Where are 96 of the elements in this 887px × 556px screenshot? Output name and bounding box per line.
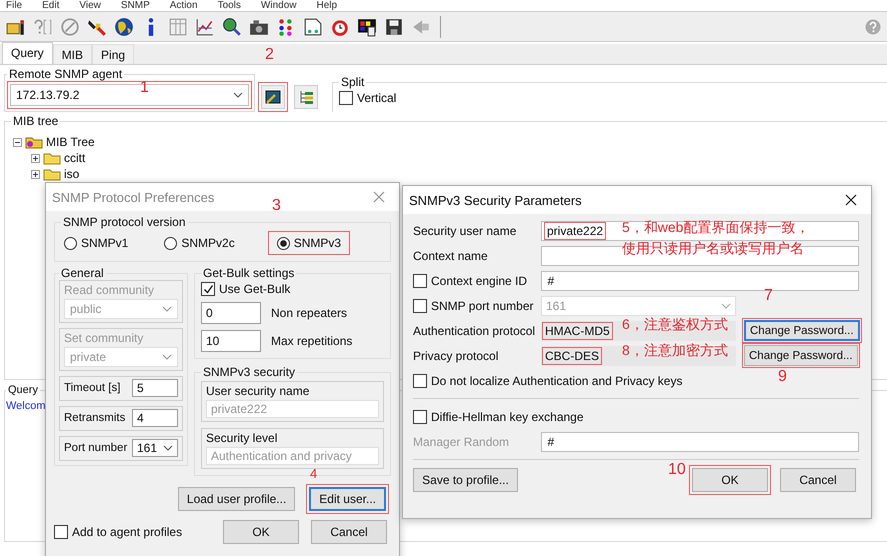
radio-label: SNMPv3 (294, 236, 342, 250)
checkbox[interactable] (339, 91, 353, 105)
radio-button[interactable] (276, 236, 290, 250)
input-field[interactable]: # (541, 270, 859, 290)
dialog-button[interactable]: Cancel (311, 520, 387, 544)
field-label: User security name (206, 384, 310, 398)
expand-icon[interactable] (31, 154, 40, 162)
close-icon[interactable] (845, 194, 857, 206)
folder-icon (25, 135, 43, 149)
menu-item[interactable]: Edit (42, 0, 60, 11)
group-label: Split (340, 75, 366, 89)
field-label: Max repetitions (271, 334, 352, 348)
field-label: Privacy protocol (413, 348, 500, 362)
group-label: Query (7, 384, 39, 396)
floppy-icon[interactable] (384, 16, 404, 36)
combo-box[interactable]: 161 (132, 439, 178, 457)
annotation-text: 使用只读用户名或读写用户名 (622, 241, 804, 255)
tab[interactable]: MIB (52, 44, 92, 64)
menu-item[interactable]: View (79, 0, 101, 11)
checkbox-label: Use Get-Bulk (219, 282, 290, 296)
log-text: Welcom (6, 400, 46, 412)
checkbox[interactable] (413, 274, 427, 288)
dialog-button[interactable]: Cancel (780, 468, 856, 492)
checkbox-label: Add to agent profiles (72, 525, 182, 539)
save-button[interactable]: Save to profile... (413, 468, 518, 492)
menu-item[interactable]: Action (170, 0, 198, 11)
field-label: Security user name (413, 224, 518, 238)
group-label: SNMP protocol version (62, 215, 186, 229)
menu-item[interactable]: Tools (218, 0, 241, 11)
menu-item[interactable]: SNMP (120, 0, 150, 11)
field-label: Context name (413, 248, 489, 262)
field-label: Set community (64, 331, 144, 345)
menu-item[interactable]: File (6, 0, 22, 11)
dialog-button[interactable]: Load user profile... (178, 487, 296, 511)
picture-card-icon[interactable] (357, 16, 377, 36)
field-label: Timeout [s] (64, 382, 120, 394)
collapse-icon[interactable] (13, 138, 22, 146)
radio-label: SNMPv2c (181, 236, 235, 250)
tree-item[interactable]: iso (64, 167, 80, 181)
search-icon[interactable] (222, 16, 242, 36)
field-label: Authentication protocol (413, 324, 536, 338)
dialog-title: SNMPv3 Security Parameters (409, 192, 582, 208)
annotation-text: 9 (778, 369, 787, 385)
menu-item[interactable]: Window (260, 0, 296, 11)
document-icon[interactable] (303, 16, 323, 36)
field-label: Non repeaters (271, 306, 348, 320)
checkbox[interactable] (413, 298, 427, 312)
tab[interactable]: Ping (92, 44, 134, 64)
checkbox-label: Context engine ID (431, 274, 528, 288)
radio-button[interactable] (164, 236, 178, 250)
field-label: Retransmits (64, 412, 126, 424)
change-password-button[interactable]: Change Password... (744, 345, 858, 366)
field-label: Port number (64, 442, 128, 454)
checkbox[interactable] (201, 282, 215, 296)
checkbox[interactable] (413, 374, 427, 388)
group-label: General (60, 266, 105, 280)
group-label: MIB tree (12, 114, 60, 128)
dialog-button[interactable]: OK (223, 520, 299, 544)
checkbox[interactable] (413, 410, 427, 424)
tab[interactable]: Query (2, 42, 53, 64)
group-label: Remote SNMP agent (8, 67, 124, 81)
change-password-button[interactable]: Change Password... (744, 320, 860, 341)
chart-icon[interactable] (195, 16, 215, 36)
annotation-text: 2 (265, 47, 274, 63)
dialog-button[interactable]: Edit user... (309, 487, 386, 511)
annotation-text: 7 (764, 288, 773, 304)
group-label: SNMPv3 security (202, 365, 296, 379)
annotation-text: 4 (310, 467, 318, 480)
checkbox-label: Diffie-Hellman key exchange (431, 410, 584, 424)
checkbox-label: SNMP port number (431, 298, 534, 312)
radio-button[interactable] (64, 236, 77, 250)
field-label: Manager Random (413, 434, 510, 448)
dialog-button[interactable]: OK (692, 468, 768, 492)
checkbox-label: Do not localize Authentication and Privacy keys (431, 374, 682, 388)
field-label: Read community (64, 283, 156, 297)
annotation-text: 10 (668, 462, 686, 478)
annotation-text: 8，注意加密方式 (622, 343, 728, 357)
group-label: Get-Bulk settings (202, 266, 296, 280)
checkbox[interactable] (54, 525, 68, 539)
annotation-text: 5，和web配置界面保持一致， (622, 220, 810, 234)
input-field[interactable]: 5 (132, 379, 178, 397)
input-field[interactable]: 4 (132, 409, 178, 427)
field-label: Security level (206, 431, 278, 445)
dialog-title: SNMP Protocol Preferences (52, 190, 214, 204)
input-field[interactable]: 10 (201, 330, 261, 352)
checkbox-label: Vertical (357, 91, 396, 105)
connect-icon (264, 88, 282, 106)
input-field[interactable]: 0 (201, 302, 261, 324)
tree-item[interactable]: MIB Tree (46, 135, 95, 149)
tree-item[interactable]: ccitt (64, 151, 86, 165)
annotation-text: 3 (272, 198, 281, 214)
folder-icon (43, 151, 61, 165)
radio-label: SNMPv1 (81, 236, 128, 250)
globe-icon[interactable] (114, 16, 134, 36)
expand-icon[interactable] (31, 170, 40, 178)
menu-item[interactable]: Help (316, 0, 338, 11)
